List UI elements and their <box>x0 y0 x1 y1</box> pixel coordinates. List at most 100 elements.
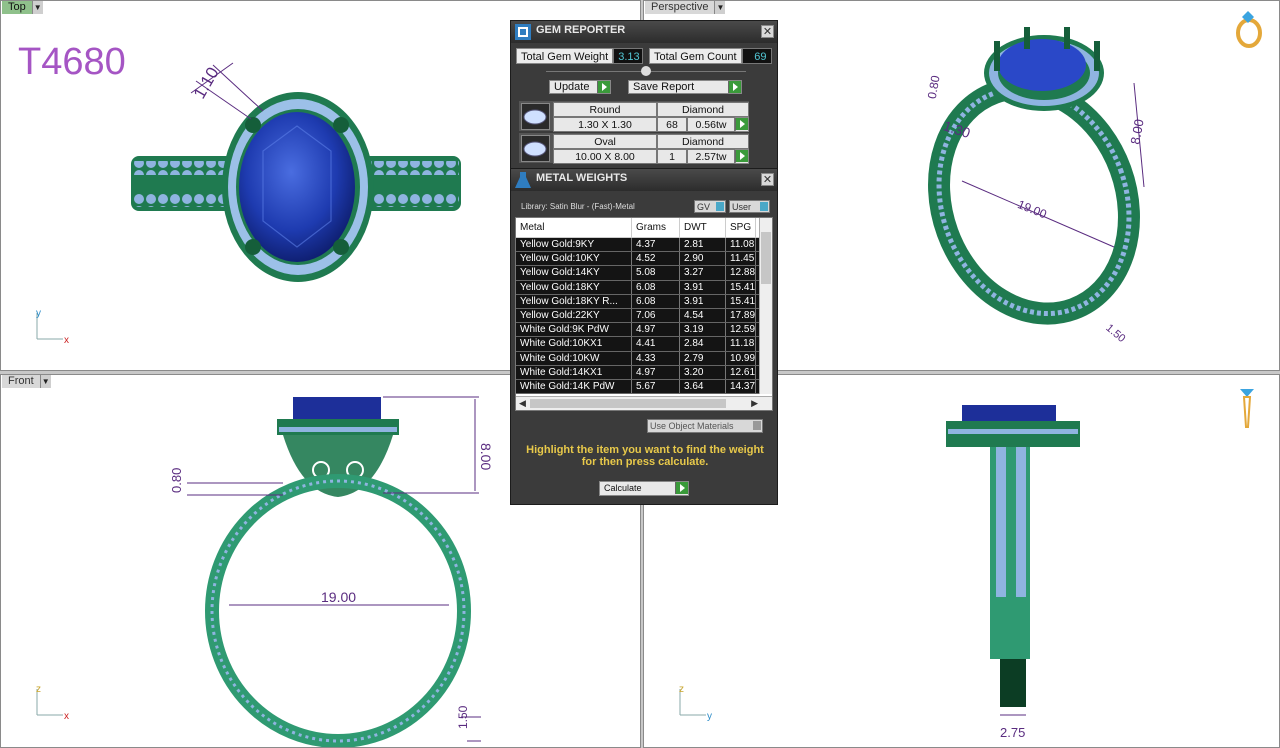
total-gem-weight-field: Total Gem Weight 3.13 <box>516 48 644 64</box>
gv-toggle-label: GV <box>697 202 711 212</box>
axis-y-label: y <box>707 711 712 722</box>
table-row[interactable]: Yellow Gold:10KY 4.52 2.90 11.45 <box>516 252 772 267</box>
gem-shape: Round <box>553 102 657 117</box>
table-row[interactable]: Yellow Gold:14KY 5.08 3.27 12.88 <box>516 266 772 281</box>
table-row[interactable]: Yellow Gold:18KY R... 6.08 3.91 15.41 <box>516 294 772 309</box>
table-row[interactable]: White Gold:10KW 4.33 2.79 10.99 <box>516 351 772 366</box>
dim-height: 8.00 <box>1127 118 1146 146</box>
column-header[interactable]: DWT <box>680 218 726 237</box>
column-header[interactable]: Metal <box>516 218 632 237</box>
table-body: Yellow Gold:9KY 4.37 2.81 11.08 Yellow Gold:… <box>516 238 772 395</box>
gem-size: 1.30 X 1.30 <box>553 117 657 132</box>
update-button[interactable]: Update <box>549 80 611 94</box>
scrollbar-thumb[interactable] <box>761 232 771 284</box>
ring-icon[interactable] <box>1232 9 1272 49</box>
table-cell: White Gold:10KW <box>516 351 632 365</box>
table-cell: 6.08 <box>632 294 680 308</box>
dim-e: 1.50 <box>1103 322 1127 345</box>
gem-reporter-panel: GEM REPORTER ✕ Total Gem Weight 3.13 Tot… <box>510 20 778 170</box>
chevron-down-icon[interactable]: ▼ <box>31 1 43 14</box>
collapse-icon[interactable] <box>641 66 651 76</box>
viewport-front-tab[interactable]: Front ▼ <box>2 375 51 388</box>
table-cell: White Gold:10KX1 <box>516 337 632 351</box>
calculate-label: Calculate <box>604 483 642 493</box>
metal-weights-titlebar[interactable]: METAL WEIGHTS ✕ <box>511 169 777 191</box>
table-cell: 5.67 <box>632 379 680 394</box>
table-row[interactable]: Yellow Gold:22KY 7.06 4.54 17.89 <box>516 308 772 324</box>
gem-detail-button[interactable] <box>735 117 749 132</box>
scrollbar-thumb[interactable] <box>530 399 726 408</box>
table-row[interactable]: Yellow Gold:9KY 4.37 2.81 11.08 <box>516 238 772 253</box>
close-icon[interactable]: ✕ <box>761 25 774 38</box>
table-cell: 4.41 <box>632 337 680 351</box>
gem-reporter-titlebar[interactable]: GEM REPORTER ✕ <box>511 21 777 43</box>
close-icon[interactable]: ✕ <box>761 173 774 186</box>
play-icon <box>735 150 748 162</box>
table-row[interactable]: White Gold:10KX1 4.41 2.84 11.18 <box>516 337 772 352</box>
dim-width: 2.75 <box>1000 725 1025 740</box>
gem-count: 68 <box>657 117 687 132</box>
table-cell: 7.06 <box>632 308 680 323</box>
table-cell: 3.20 <box>680 365 726 379</box>
table-cell: Yellow Gold:22KY <box>516 308 632 323</box>
viewport-perspective-tab[interactable]: Perspective ▼ <box>645 1 726 14</box>
gem-row-round[interactable]: Round Diamond 1.30 X 1.30 68 0.56tw <box>519 101 749 132</box>
flask-icon <box>515 172 531 188</box>
table-cell: 2.90 <box>680 252 726 266</box>
cad-workspace: Top ▼ T4680 1.10 y x Perspective ▼ 19.00… <box>0 0 1280 748</box>
table-cell: 12.88 <box>726 266 756 280</box>
gem-count: 1 <box>657 149 687 164</box>
user-toggle-label: User <box>732 202 752 212</box>
dim-front-height: 8.00 <box>478 443 494 470</box>
table-cell: Yellow Gold:14KY <box>516 266 632 280</box>
gem-material: Diamond <box>657 102 749 117</box>
total-gem-count-value: 69 <box>741 48 772 64</box>
gem-detail-button[interactable] <box>735 149 749 164</box>
gv-toggle[interactable]: GV <box>694 200 726 213</box>
total-gem-weight-value: 3.13 <box>613 48 644 64</box>
table-cell: 3.91 <box>680 280 726 294</box>
gem-weight: 0.56tw <box>687 117 735 132</box>
gem-row-oval[interactable]: Oval Diamond 10.00 X 8.00 1 2.57tw <box>519 133 749 164</box>
column-header[interactable]: Grams <box>632 218 680 237</box>
design-code: T4680 <box>18 41 126 83</box>
metal-weights-panel: METAL WEIGHTS ✕ Library: Satin Blur - (F… <box>510 168 778 505</box>
table-cell: 3.91 <box>680 294 726 308</box>
calculate-button[interactable]: Calculate <box>599 481 689 496</box>
scroll-right-icon[interactable]: ▶ <box>751 398 758 409</box>
table-cell: 2.84 <box>680 337 726 351</box>
save-report-button[interactable]: Save Report <box>628 80 742 94</box>
table-row[interactable]: White Gold:14KX1 4.97 3.20 12.61 <box>516 365 772 380</box>
play-icon <box>597 81 610 93</box>
table-row[interactable]: Yellow Gold:18KY 6.08 3.91 15.41 <box>516 280 772 295</box>
column-header[interactable]: SPG <box>726 218 756 237</box>
metal-weights-table[interactable]: Metal Grams DWT SPG Yellow Gold:9KY 4.37 2… <box>515 217 773 411</box>
total-gem-count-label: Total Gem Count <box>649 48 742 64</box>
chevron-down-icon[interactable]: ▼ <box>39 375 51 388</box>
table-row[interactable]: White Gold:9K PdW 4.97 3.19 12.59 <box>516 323 772 338</box>
save-report-label: Save Report <box>633 81 695 93</box>
table-cell: 6.08 <box>632 280 680 294</box>
dim-shank: 1.50 <box>456 705 470 729</box>
table-cell: 10.99 <box>726 351 756 365</box>
scroll-left-icon[interactable]: ◀ <box>519 398 526 409</box>
play-icon <box>728 81 741 93</box>
table-row[interactable]: White Gold:14K PdW 5.67 3.64 14.37 <box>516 379 772 395</box>
table-cell: 3.64 <box>680 379 726 394</box>
user-toggle[interactable]: User <box>729 200 770 213</box>
chevron-down-icon[interactable]: ▼ <box>714 1 726 14</box>
dim-gallery: 0.80 <box>169 468 184 493</box>
viewport-top-tab[interactable]: Top ▼ <box>2 1 43 14</box>
horizontal-scrollbar[interactable]: ◀ ▶ <box>516 396 772 410</box>
use-object-materials-toggle[interactable]: Use Object Materials <box>647 419 763 433</box>
pendant-icon[interactable] <box>1236 385 1258 431</box>
table-cell: 2.81 <box>680 238 726 252</box>
vertical-scrollbar[interactable] <box>759 218 772 394</box>
dim-front-inner: 19.00 <box>321 589 356 605</box>
toggle-indicator <box>716 202 724 211</box>
table-cell: White Gold:14K PdW <box>516 379 632 394</box>
table-cell: White Gold:9K PdW <box>516 323 632 337</box>
table-cell: 4.52 <box>632 252 680 266</box>
oval-gem-icon <box>521 135 550 162</box>
gem-reporter-icon <box>515 24 531 40</box>
